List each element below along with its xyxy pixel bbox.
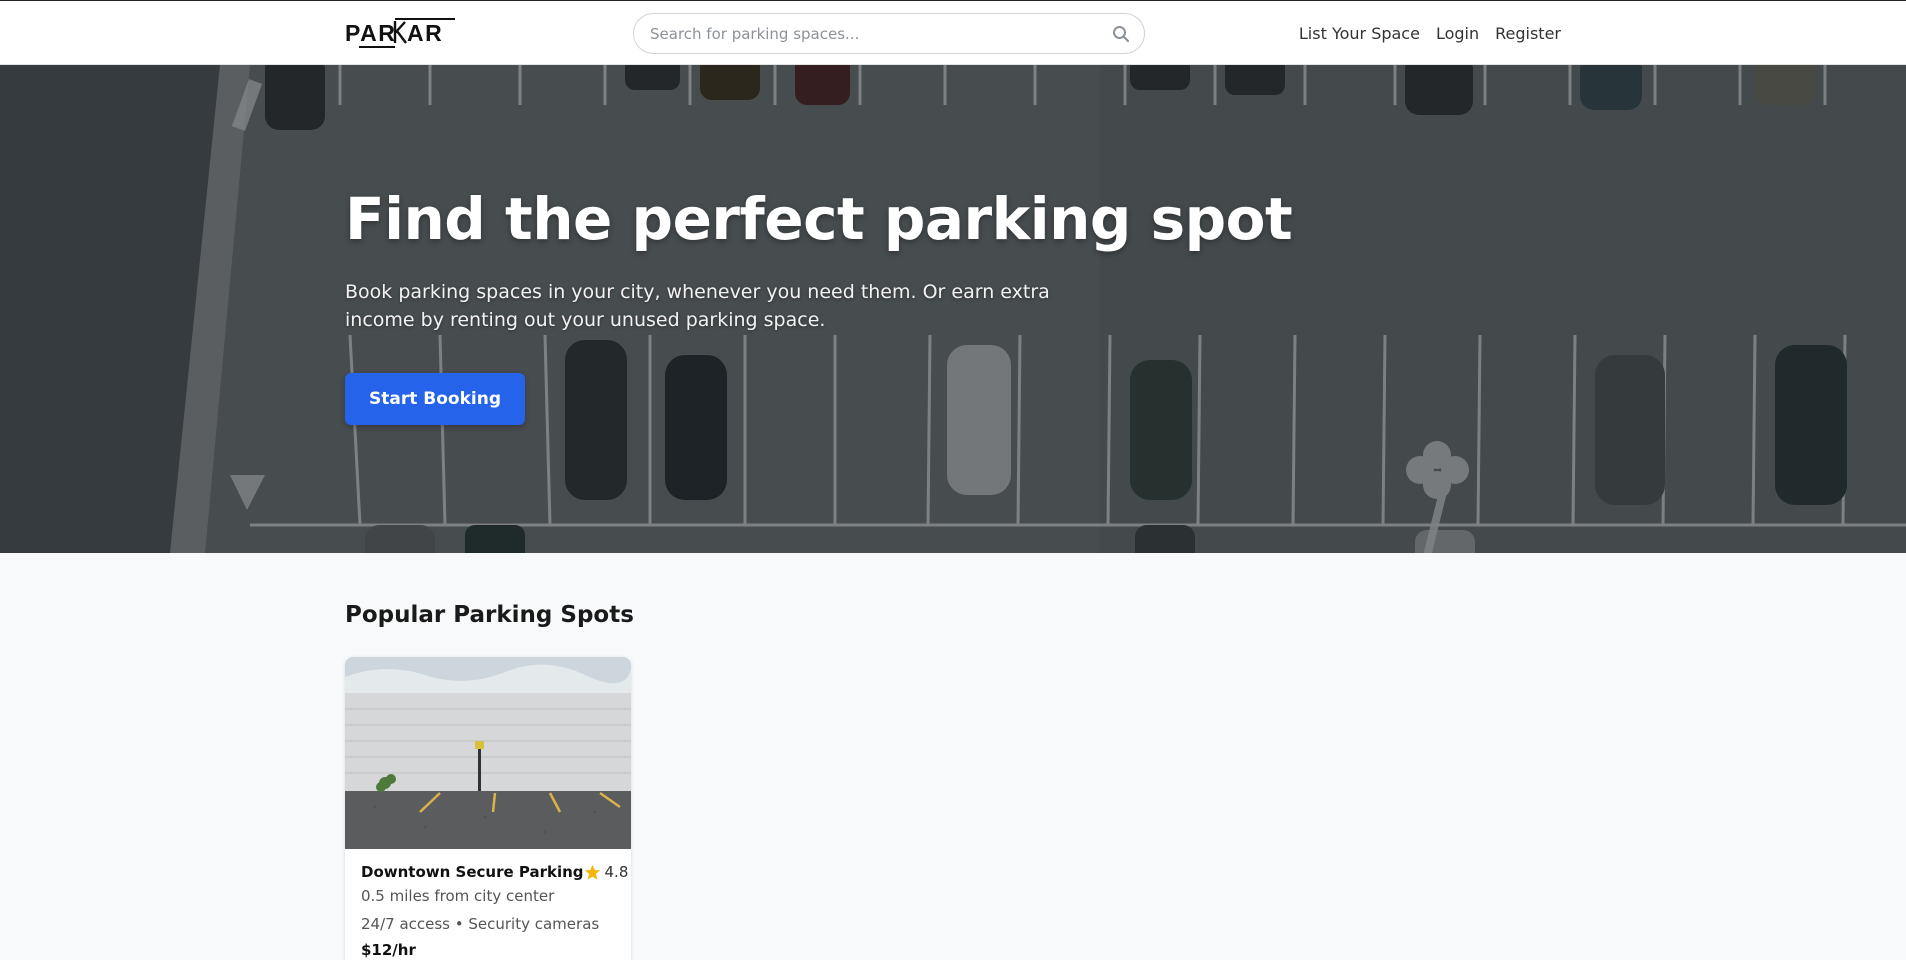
card-body: Downtown Secure Parking 4.8 0.5 miles fr…	[345, 849, 631, 959]
hero-subtitle: Book parking spaces in your city, whenev…	[345, 281, 1050, 331]
register-link[interactable]: Register	[1495, 22, 1561, 46]
top-navbar: PAR AR List Your Space Login Register	[0, 0, 1906, 65]
start-booking-button[interactable]: Start Booking	[345, 373, 525, 425]
parkar-logo[interactable]: PAR AR	[345, 17, 457, 51]
popular-spots-heading: Popular Parking Spots	[345, 602, 634, 628]
parking-spot-image	[345, 657, 631, 849]
card-price: $12/hr	[361, 941, 416, 959]
rating-value: 4.8	[604, 863, 629, 881]
search-bar[interactable]	[633, 13, 1145, 54]
login-link[interactable]: Login	[1436, 22, 1479, 46]
card-distance: 0.5 miles from city center	[361, 887, 555, 905]
card-features: 24/7 access • Security cameras	[361, 915, 600, 933]
nav-links: List Your Space Login Register	[1299, 22, 1561, 46]
svg-text:PAR: PAR	[345, 20, 396, 46]
hero-section: Find the perfect parking spot Book parki…	[0, 65, 1906, 553]
parking-spot-card[interactable]: Downtown Secure Parking 4.8 0.5 miles fr…	[345, 657, 631, 960]
search-icon[interactable]	[1112, 25, 1130, 43]
list-your-space-link[interactable]: List Your Space	[1299, 22, 1420, 46]
star-icon	[584, 864, 600, 880]
card-header: Downtown Secure Parking 4.8	[361, 863, 628, 881]
card-rating: 4.8	[584, 863, 629, 881]
svg-text:AR: AR	[407, 20, 443, 46]
hero-title: Find the perfect parking spot	[345, 185, 1293, 253]
search-input[interactable]	[650, 24, 1112, 43]
card-title: Downtown Secure Parking	[361, 863, 584, 881]
